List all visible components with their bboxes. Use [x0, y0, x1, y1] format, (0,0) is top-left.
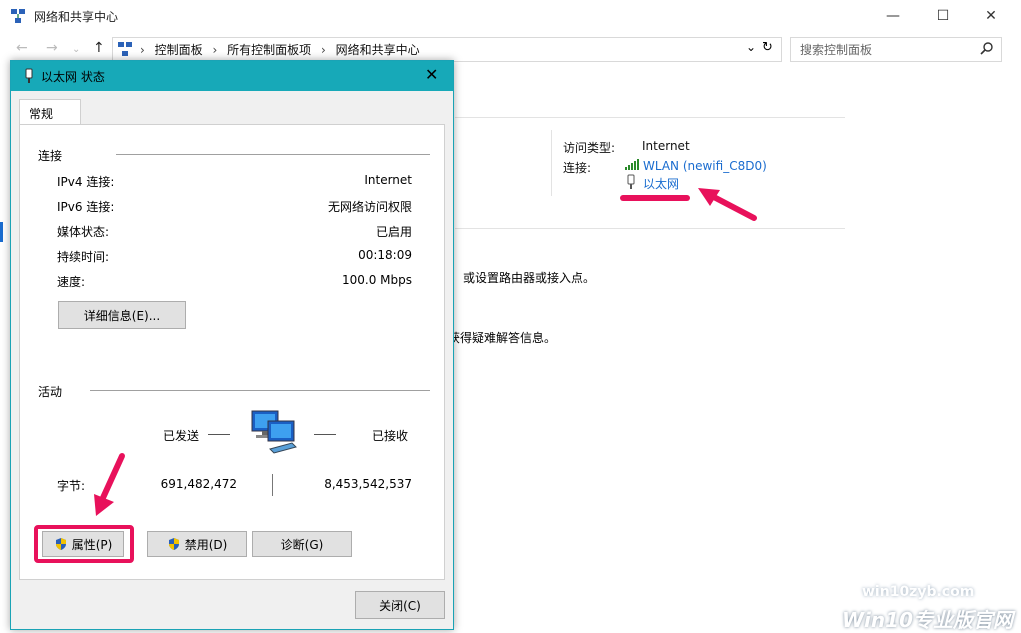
breadcrumb-separator: › [212, 43, 218, 57]
wlan-link[interactable]: WLAN (newifi_C8D0) [643, 159, 767, 173]
minimize-button[interactable]: — [870, 0, 916, 32]
bytes-received-value: 8,453,542,537 [324, 477, 412, 491]
breadcrumb-all-items[interactable]: 所有控制面板项 [227, 43, 311, 57]
ipv6-value: 无网络访问权限 [327, 200, 412, 214]
group-divider [90, 390, 430, 391]
breadcrumb-separator: › [320, 43, 326, 57]
sent-dash [208, 434, 230, 435]
ipv4-value: Internet [364, 173, 412, 187]
sent-label: 已发送 [163, 429, 200, 443]
network-center-icon [11, 9, 25, 23]
group-divider [116, 154, 430, 155]
wifi-signal-icon [625, 159, 639, 170]
duration-label: 持续时间: [57, 250, 110, 264]
back-arrow-icon[interactable]: ← [16, 40, 28, 56]
disable-button[interactable]: 禁用(D) [147, 531, 247, 557]
window-title: 网络和共享中心 [34, 10, 119, 24]
breadcrumb: › 控制面板 › 所有控制面板项 › 网络和共享中心 [140, 41, 426, 58]
divider [455, 117, 845, 118]
troubleshoot-text: 获得疑难解答信息。 [448, 331, 557, 345]
speed-value: 100.0 Mbps [341, 273, 412, 287]
setup-router-text: 或设置路由器或接入点。 [463, 271, 596, 285]
ethernet-icon [627, 174, 635, 189]
ethernet-status-dialog: 以太网 状态 ✕ 常规 连接 IPv4 连接: Internet IPv6 连接… [10, 60, 454, 630]
search-icon[interactable] [980, 41, 994, 55]
ipv4-label: IPv4 连接: [57, 175, 115, 189]
details-button[interactable]: 详细信息(E)... [58, 301, 186, 329]
recent-dropdown-icon[interactable]: ⌄ [72, 44, 80, 55]
bytes-divider [272, 474, 273, 496]
tab-general-label: 常规 [29, 107, 54, 121]
divider [455, 228, 845, 229]
media-state-label: 媒体状态: [57, 225, 110, 239]
main-titlebar [0, 0, 1021, 32]
uac-shield-icon [168, 538, 179, 550]
refresh-icon[interactable]: ↻ [762, 40, 773, 55]
ethernet-icon [25, 68, 33, 83]
address-dropdown-icon[interactable]: ⌄ [746, 40, 756, 54]
dialog-close-button[interactable]: ✕ [425, 65, 438, 84]
annotation-underline [620, 195, 690, 201]
media-state-value: 已启用 [375, 225, 412, 239]
breadcrumb-network-center[interactable]: 网络和共享中心 [336, 43, 420, 57]
dialog-close-button-bottom[interactable]: 关闭(C) [355, 591, 445, 619]
received-dash [314, 434, 336, 435]
received-label: 已接收 [372, 429, 409, 443]
close-window-button[interactable]: ✕ [968, 0, 1014, 32]
maximize-button[interactable]: ☐ [920, 0, 966, 32]
control-panel-icon [118, 42, 132, 56]
breadcrumb-separator: › [140, 43, 145, 57]
properties-button-label: 属性(P) [71, 537, 113, 552]
bytes-label: 字节: [57, 479, 86, 493]
search-input[interactable]: 搜索控制面板 [800, 41, 872, 58]
divider [551, 130, 552, 196]
dialog-title: 以太网 状态 [41, 70, 105, 84]
duration-value: 00:18:09 [358, 248, 412, 262]
general-panel: 连接 IPv4 连接: Internet IPv6 连接: 无网络访问权限 媒体… [19, 124, 445, 580]
network-computers-icon [251, 410, 297, 454]
up-arrow-icon[interactable]: ↑ [93, 40, 105, 56]
access-type-label: 访问类型: [563, 141, 616, 155]
forward-arrow-icon[interactable]: → [46, 40, 58, 56]
disable-button-label: 禁用(D) [184, 537, 228, 552]
bytes-sent-value: 691,482,472 [160, 477, 237, 491]
watermark-url: win10zyb.com [862, 584, 975, 600]
connection-label: 连接: [563, 161, 592, 175]
speed-label: 速度: [57, 275, 86, 289]
ipv6-label: IPv6 连接: [57, 200, 115, 214]
diagnose-button[interactable]: 诊断(G) [252, 531, 352, 557]
sidebar-indicator [0, 222, 3, 242]
annotation-arrow-icon [698, 188, 757, 221]
watermark-brand: Win10专业版官网 [842, 608, 1013, 632]
breadcrumb-control-panel[interactable]: 控制面板 [155, 43, 203, 57]
annotation-arrow-icon [94, 453, 125, 516]
connection-group-title: 连接 [38, 149, 63, 163]
activity-group-title: 活动 [38, 385, 63, 399]
properties-button[interactable]: 属性(P) [42, 531, 124, 557]
ethernet-link[interactable]: 以太网 [643, 175, 679, 192]
uac-shield-icon [55, 538, 66, 550]
access-type-value: Internet [642, 139, 690, 153]
